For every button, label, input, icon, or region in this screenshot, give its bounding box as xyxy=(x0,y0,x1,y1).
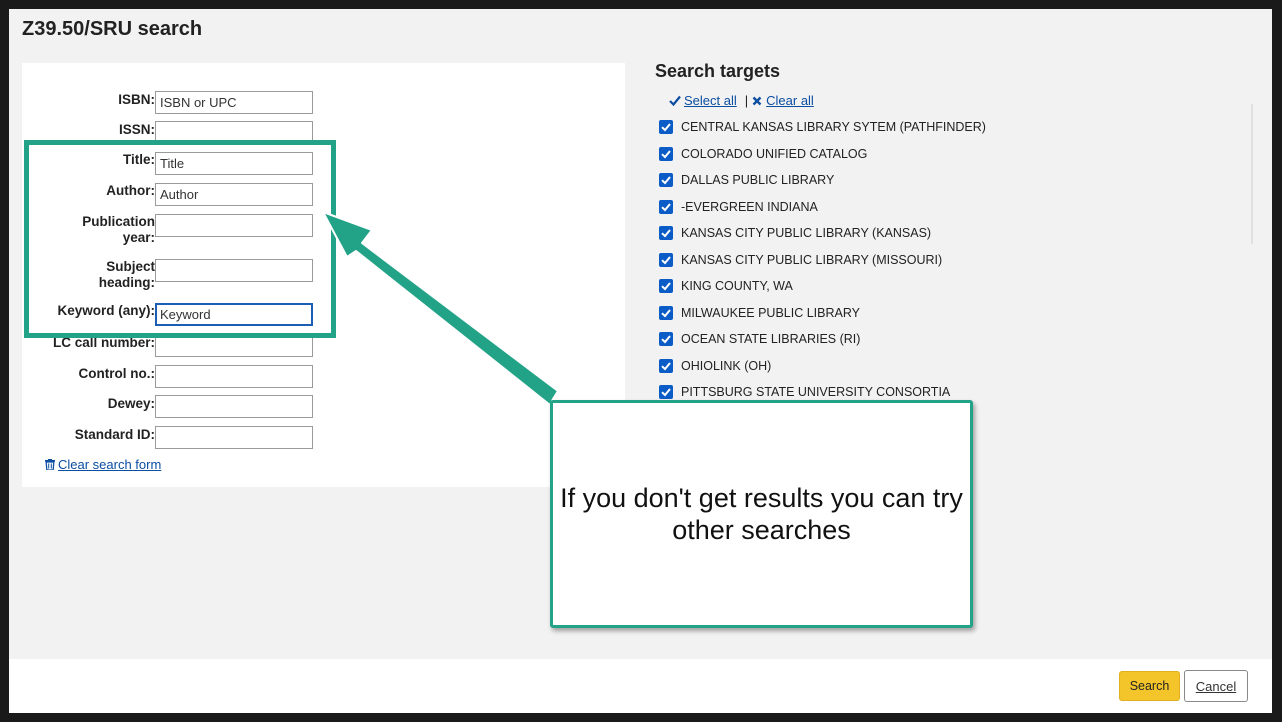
target-checkbox[interactable] xyxy=(659,332,673,346)
subject-heading-label-line2: heading: xyxy=(98,275,155,290)
control-number-label: Control no.: xyxy=(78,366,155,381)
x-icon xyxy=(752,96,762,106)
target-checkbox[interactable] xyxy=(659,358,673,373)
clear-all-link[interactable]: Clear all xyxy=(766,93,814,108)
target-label: MILWAUKEE PUBLIC LIBRARY xyxy=(681,305,860,320)
check-icon xyxy=(669,95,681,107)
check-icon xyxy=(661,308,671,317)
check-icon xyxy=(661,123,671,132)
check-icon xyxy=(661,176,671,185)
author-input[interactable] xyxy=(155,183,313,206)
select-all-link[interactable]: Select all xyxy=(684,93,737,108)
standard-id-input[interactable] xyxy=(155,426,313,449)
dewey-label: Dewey: xyxy=(107,396,155,411)
dialog-title: Z39.50/SRU search xyxy=(22,18,203,40)
clear-search-form-link[interactable]: Clear search form xyxy=(45,457,161,472)
target-label: KANSAS CITY PUBLIC LIBRARY (MISSOURI) xyxy=(681,252,943,267)
isbn-label: ISBN: xyxy=(118,92,155,107)
callout-text: If you don't get results you can try oth… xyxy=(560,483,963,545)
title-input[interactable] xyxy=(155,152,313,175)
annotation-callout: If you don't get results you can try oth… xyxy=(550,400,973,628)
publication-year-label: Publication year: xyxy=(25,214,155,246)
search-targets-panel: Search targets Select all | Clear all CEN… xyxy=(655,61,1255,399)
target-checkbox[interactable] xyxy=(659,279,673,293)
standard-id-label: Standard ID: xyxy=(74,427,155,442)
lc-call-number-input[interactable] xyxy=(155,334,313,357)
target-checkbox[interactable] xyxy=(659,173,673,187)
target-checkbox[interactable] xyxy=(659,199,673,214)
target-label: COLORADO UNIFIED CATALOG xyxy=(681,146,868,161)
publication-year-input[interactable] xyxy=(155,214,313,237)
select-controls: Select all | Clear all xyxy=(669,93,814,108)
subject-heading-label: Subject heading: xyxy=(25,259,155,291)
lc-call-number-label: LC call number: xyxy=(52,335,155,350)
target-checkbox[interactable] xyxy=(659,146,673,161)
clear-search-form-label: Clear search form xyxy=(58,457,162,472)
publication-year-label-line1: Publication xyxy=(82,214,155,229)
check-icon xyxy=(661,388,671,397)
search-targets-title: Search targets xyxy=(655,61,781,81)
target-checkbox[interactable] xyxy=(659,226,673,240)
target-label: PITTSBURG STATE UNIVERSITY CONSORTIA xyxy=(681,385,951,399)
publication-year-label-line2: year: xyxy=(122,230,155,245)
title-label: Title: xyxy=(122,152,155,167)
target-label: KANSAS CITY PUBLIC LIBRARY (KANSAS) xyxy=(681,226,932,240)
isbn-input[interactable] xyxy=(155,91,313,114)
issn-input[interactable] xyxy=(155,121,313,144)
dialog-footer: Search Cancel xyxy=(9,659,1272,713)
target-checkbox[interactable] xyxy=(659,252,673,267)
search-button[interactable]: Search xyxy=(1119,671,1180,701)
target-checkbox[interactable] xyxy=(659,305,673,320)
check-icon xyxy=(661,255,671,264)
check-icon xyxy=(661,361,671,370)
target-label: OCEAN STATE LIBRARIES (RI) xyxy=(681,332,861,346)
target-label: CENTRAL KANSAS LIBRARY SYTEM (PATHFINDER… xyxy=(681,120,986,134)
keyword-input[interactable] xyxy=(155,303,313,326)
target-checkbox[interactable] xyxy=(659,385,673,399)
control-number-input[interactable] xyxy=(155,365,313,388)
author-label: Author: xyxy=(106,183,155,198)
subject-heading-label-line1: Subject xyxy=(106,259,155,274)
keyword-label: Keyword (any): xyxy=(57,303,155,318)
subject-heading-input[interactable] xyxy=(155,259,313,282)
check-icon xyxy=(661,149,671,158)
check-icon xyxy=(661,229,671,238)
issn-label: ISSN: xyxy=(118,122,155,137)
target-label: KING COUNTY, WA xyxy=(681,279,793,293)
target-label: -EVERGREEN INDIANA xyxy=(681,199,818,214)
target-label: OHIOLINK (OH) xyxy=(681,358,772,373)
check-icon xyxy=(661,282,671,291)
search-form-panel: ISBN: ISSN: Title: Author: Publication y… xyxy=(22,63,625,487)
target-label: DALLAS PUBLIC LIBRARY xyxy=(681,173,835,187)
targets-scrollbar[interactable] xyxy=(1251,104,1253,244)
target-checkbox[interactable] xyxy=(659,120,673,134)
dewey-input[interactable] xyxy=(155,395,313,418)
cancel-button[interactable]: Cancel xyxy=(1184,670,1248,702)
check-icon xyxy=(661,202,671,211)
trash-icon xyxy=(45,459,55,470)
select-separator: | xyxy=(744,93,749,108)
check-icon xyxy=(661,335,671,344)
